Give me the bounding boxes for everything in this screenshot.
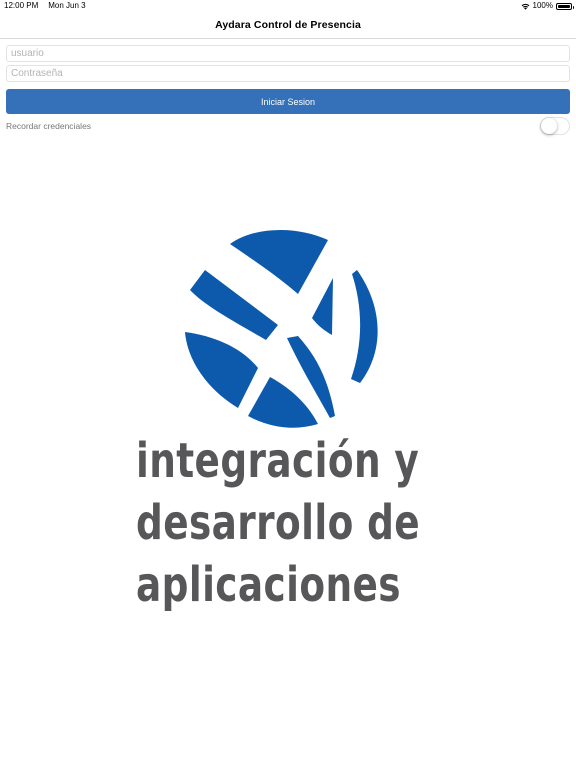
navigation-bar: Aydara Control de Presencia bbox=[0, 12, 576, 39]
wifi-icon bbox=[521, 3, 529, 10]
login-button-label: Iniciar Sesion bbox=[260, 96, 316, 107]
status-left: 12:00 PM Mon Jun 3 bbox=[4, 0, 86, 12]
tagline-line-3: aplicaciones bbox=[136, 557, 401, 613]
battery-icon bbox=[556, 2, 574, 10]
globe-logo-icon bbox=[185, 229, 378, 428]
username-field[interactable] bbox=[6, 45, 570, 62]
tagline-line-1: integración y bbox=[136, 433, 420, 489]
battery-percent: 100% bbox=[532, 1, 553, 10]
tagline-line-2: desarrollo de bbox=[136, 495, 421, 551]
status-date: Mon Jun 3 bbox=[48, 1, 86, 10]
login-button[interactable]: Iniciar Sesion bbox=[6, 89, 570, 114]
password-field[interactable] bbox=[6, 65, 570, 82]
status-bar: 12:00 PM Mon Jun 3 100% bbox=[0, 0, 576, 12]
remember-credentials-toggle[interactable] bbox=[540, 117, 570, 135]
status-time: 12:00 PM bbox=[4, 1, 39, 10]
logo-tagline: integración y desarrollo de aplicaciones bbox=[136, 430, 421, 616]
page-title: Aydara Control de Presencia bbox=[215, 19, 361, 31]
toggle-knob bbox=[541, 118, 557, 134]
status-right: 100% bbox=[521, 0, 574, 12]
remember-credentials-label: Recordar credenciales bbox=[6, 121, 92, 131]
